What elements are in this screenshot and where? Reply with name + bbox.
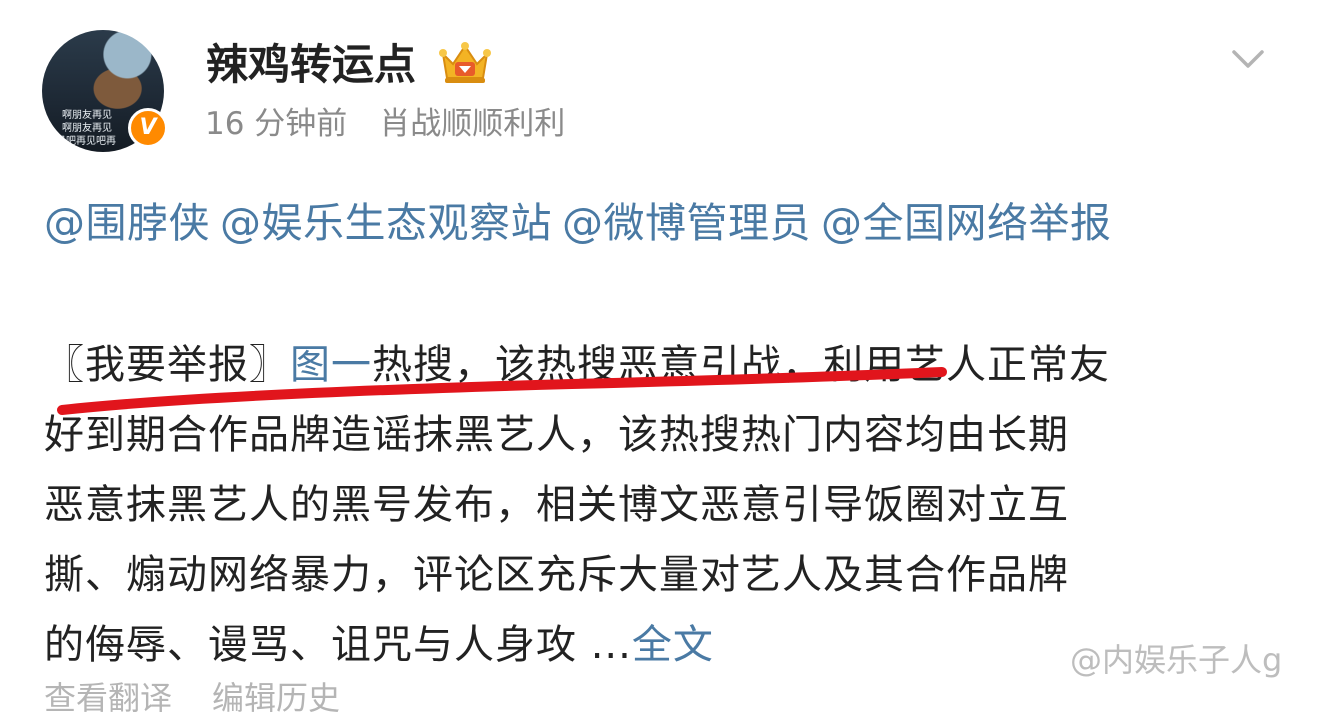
post-source[interactable]: 肖战顺顺利利 xyxy=(379,106,565,142)
avatar-caption-line: 啊朋友再见 xyxy=(62,110,112,121)
body-line: 〖我要举报〗图一热搜，该热搜恶意引战，利用艺人正常友 xyxy=(44,330,1284,400)
edit-history-link[interactable]: 编辑历史 xyxy=(212,679,340,717)
avatar-caption-line: 啊朋友再见 xyxy=(62,123,112,134)
mention-link[interactable]: @全国网络举报 xyxy=(821,199,1112,247)
body-line: 恶意抹黑艺人的黑号发布，相关博文恶意引导饭圈对立互 xyxy=(44,482,1069,528)
body-line: 撕、煽动网络暴力，评论区充斥大量对艺人及其合作品牌 xyxy=(44,552,1069,598)
verified-badge-icon: V xyxy=(128,108,168,148)
image-link[interactable]: 图一 xyxy=(290,342,372,388)
full-text-link[interactable]: 全文 xyxy=(632,622,714,668)
chevron-down-icon[interactable] xyxy=(1228,42,1268,76)
mention-link[interactable]: @娱乐生态观察站 xyxy=(220,199,552,247)
username[interactable]: 辣鸡转运点 xyxy=(206,40,416,90)
post-body: 〖我要举报〗图一热搜，该热搜恶意引战，利用艺人正常友 好到期合作品牌造谣抹黑艺人… xyxy=(44,330,1284,680)
body-text: 的侮辱、谩骂、诅咒与人身攻 ... xyxy=(44,622,632,668)
crown-icon xyxy=(439,42,491,83)
mention-list: @围脖侠 @娱乐生态观察站 @微博管理员 @全国网络举报 xyxy=(44,196,1122,250)
avatar-caption-line: 见吧再见吧再 xyxy=(56,136,116,147)
post-footer: 查看翻译 编辑历史 xyxy=(44,678,380,718)
translate-link[interactable]: 查看翻译 xyxy=(44,679,172,717)
report-tag: 〖我要举报〗 xyxy=(44,342,290,388)
watermark: @内娱乐子人g xyxy=(1070,641,1283,679)
post-meta: 16 分钟前 肖战顺顺利利 xyxy=(205,104,565,144)
body-line: 好到期合作品牌造谣抹黑艺人，该热搜热门内容均由长期 xyxy=(44,412,1069,458)
mention-link[interactable]: @围脖侠 xyxy=(44,199,210,247)
body-text: 热搜，该热搜恶意引战，利用艺人正常友 xyxy=(372,342,1110,388)
timestamp: 16 分钟前 xyxy=(205,106,348,142)
mention-link[interactable]: @微博管理员 xyxy=(562,199,811,247)
